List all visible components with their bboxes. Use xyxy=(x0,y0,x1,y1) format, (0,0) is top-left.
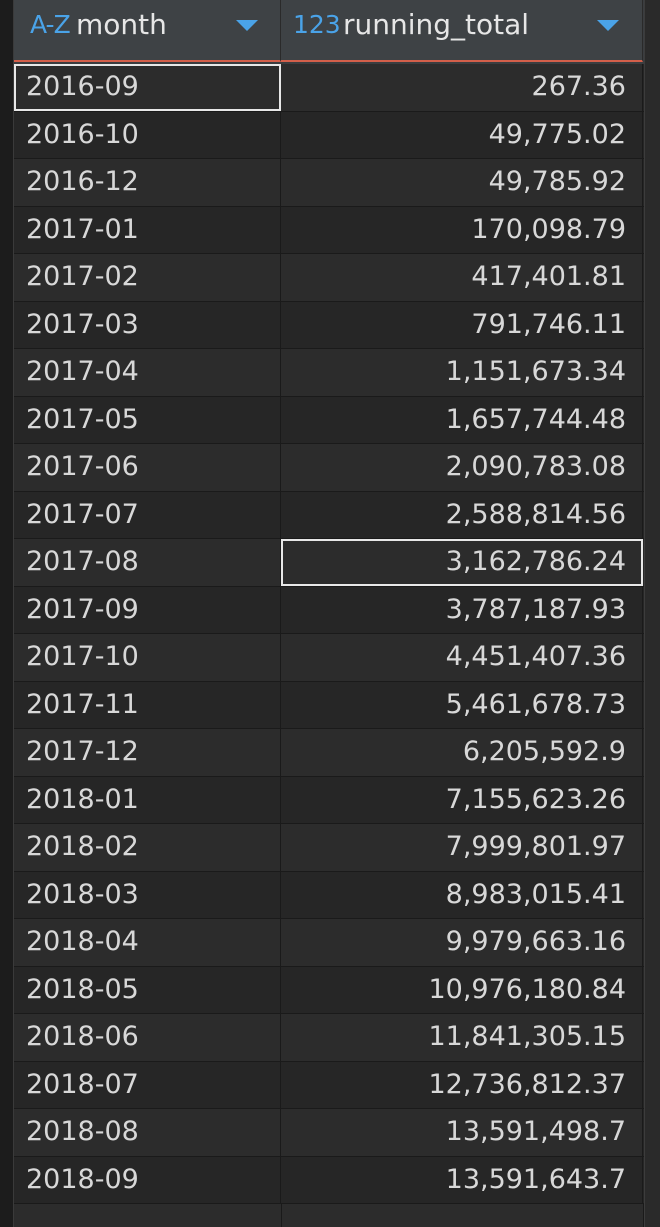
cell-month[interactable]: 2017-04 xyxy=(14,349,281,396)
cell-running-total[interactable]: 1,151,673.34 xyxy=(281,349,643,396)
cell-month[interactable]: 2017-10 xyxy=(14,634,281,681)
column-header-label: running_total xyxy=(343,8,530,41)
cell-running-total[interactable]: 3,787,187.93 xyxy=(281,586,643,633)
cell-month[interactable]: 2017-06 xyxy=(14,444,281,491)
grid-header: A-Z month 123 running_total xyxy=(14,0,644,64)
cell-month[interactable]: 2016-12 xyxy=(14,159,281,206)
table-row[interactable]: 2017-01 170,098.79 xyxy=(14,206,644,254)
cell-month[interactable]: 2017-12 xyxy=(14,729,281,776)
table-row[interactable]: 2016-10 49,775.02 xyxy=(14,111,644,159)
sort-dropdown-icon[interactable] xyxy=(597,20,619,31)
cell-month[interactable]: 2018-05 xyxy=(14,966,281,1013)
cell-month[interactable]: 2018-08 xyxy=(14,1109,281,1156)
cell-month[interactable]: 2017-01 xyxy=(14,206,281,253)
table-row[interactable]: 2018-03 8,983,015.41 xyxy=(14,871,644,919)
cell-running-total[interactable]: 3,162,786.24 xyxy=(281,539,643,586)
cell-month[interactable]: 2017-09 xyxy=(14,586,281,633)
cell-running-total[interactable]: 11,841,305.15 xyxy=(281,1014,643,1061)
cell-running-total[interactable]: 1,657,744.48 xyxy=(281,396,643,443)
table-row[interactable]: 2017-08 3,162,786.24 xyxy=(14,539,644,587)
cell-running-total[interactable]: 791,746.11 xyxy=(281,301,643,348)
cell-month[interactable]: 2018-04 xyxy=(14,919,281,966)
table-row[interactable]: 2017-03 791,746.11 xyxy=(14,301,644,349)
table-row[interactable]: 2017-04 1,151,673.34 xyxy=(14,349,644,397)
cell-running-total[interactable]: 8,983,015.41 xyxy=(281,871,643,918)
cell-month[interactable]: 2017-05 xyxy=(14,396,281,443)
table-row[interactable]: 2017-05 1,657,744.48 xyxy=(14,396,644,444)
cell-month[interactable]: 2018-09 xyxy=(14,1156,281,1203)
table-row[interactable]: 2017-11 5,461,678.73 xyxy=(14,681,644,729)
cell-month[interactable]: 2017-03 xyxy=(14,301,281,348)
cell-running-total[interactable]: 2,588,814.56 xyxy=(281,491,643,538)
cell-month[interactable]: 2018-02 xyxy=(14,824,281,871)
table-row[interactable]: 2017-07 2,588,814.56 xyxy=(14,491,644,539)
cell-running-total[interactable]: 7,155,623.26 xyxy=(281,776,643,823)
cell-running-total[interactable]: 6,205,592.9 xyxy=(281,729,643,776)
table-row[interactable]: 2016-09 267.36 xyxy=(14,64,644,112)
cell-month[interactable]: 2017-08 xyxy=(14,539,281,586)
vertical-scrollbar[interactable] xyxy=(644,0,660,1227)
cell-running-total[interactable]: 170,098.79 xyxy=(281,206,643,253)
row-gutter[interactable] xyxy=(0,0,14,1227)
cell-month[interactable]: 2018-06 xyxy=(14,1014,281,1061)
table-row[interactable]: 2018-09 13,591,643.7 xyxy=(14,1156,644,1204)
table-row[interactable]: 2018-07 12,736,812.37 xyxy=(14,1061,644,1109)
cell-running-total[interactable]: 49,785.92 xyxy=(281,159,643,206)
cell-running-total[interactable]: 2,090,783.08 xyxy=(281,444,643,491)
cell-month[interactable]: 2016-09 xyxy=(14,64,281,111)
grid-rows: 2016-09 267.36 2016-10 49,775.02 2016-12 49,7… xyxy=(14,64,644,1204)
cell-month[interactable]: 2018-03 xyxy=(14,871,281,918)
empty-cell xyxy=(281,1204,644,1227)
cell-running-total[interactable]: 13,591,643.7 xyxy=(281,1156,643,1203)
cell-running-total[interactable]: 267.36 xyxy=(281,64,643,111)
table-row[interactable]: 2017-06 2,090,783.08 xyxy=(14,444,644,492)
table-row[interactable]: 2018-02 7,999,801.97 xyxy=(14,824,644,872)
cell-running-total[interactable]: 5,461,678.73 xyxy=(281,681,643,728)
column-header-running-total[interactable]: 123 running_total xyxy=(281,0,643,62)
table-row[interactable]: 2017-12 6,205,592.9 xyxy=(14,729,644,777)
cell-running-total[interactable]: 4,451,407.36 xyxy=(281,634,643,681)
table-row[interactable]: 2017-02 417,401.81 xyxy=(14,254,644,302)
cell-month[interactable]: 2017-02 xyxy=(14,254,281,301)
cell-month[interactable]: 2017-07 xyxy=(14,491,281,538)
table-row[interactable]: 2017-10 4,451,407.36 xyxy=(14,634,644,682)
empty-row xyxy=(14,1204,644,1227)
table-row[interactable]: 2017-09 3,787,187.93 xyxy=(14,586,644,634)
sort-dropdown-icon[interactable] xyxy=(236,20,258,31)
cell-running-total[interactable]: 13,591,498.7 xyxy=(281,1109,643,1156)
results-grid: A-Z month 123 running_total 2016-09 267.3… xyxy=(0,0,660,1227)
table-row[interactable]: 2018-04 9,979,663.16 xyxy=(14,919,644,967)
cell-month[interactable]: 2018-01 xyxy=(14,776,281,823)
cell-running-total[interactable]: 49,775.02 xyxy=(281,111,643,158)
empty-cell xyxy=(14,1204,282,1227)
table-row[interactable]: 2016-12 49,785.92 xyxy=(14,159,644,207)
cell-running-total[interactable]: 9,979,663.16 xyxy=(281,919,643,966)
cell-month[interactable]: 2018-07 xyxy=(14,1061,281,1108)
column-header-month[interactable]: A-Z month xyxy=(14,0,281,62)
table-row[interactable]: 2018-05 10,976,180.84 xyxy=(14,966,644,1014)
cell-running-total[interactable]: 12,736,812.37 xyxy=(281,1061,643,1108)
column-header-label: month xyxy=(76,8,167,41)
table-row[interactable]: 2018-01 7,155,623.26 xyxy=(14,776,644,824)
cell-month[interactable]: 2016-10 xyxy=(14,111,281,158)
cell-running-total[interactable]: 417,401.81 xyxy=(281,254,643,301)
text-type-icon: A-Z xyxy=(30,10,71,39)
cell-running-total[interactable]: 7,999,801.97 xyxy=(281,824,643,871)
numeric-type-icon: 123 xyxy=(293,10,341,39)
cell-month[interactable]: 2017-11 xyxy=(14,681,281,728)
cell-running-total[interactable]: 10,976,180.84 xyxy=(281,966,643,1013)
table-row[interactable]: 2018-06 11,841,305.15 xyxy=(14,1014,644,1062)
table-row[interactable]: 2018-08 13,591,498.7 xyxy=(14,1109,644,1157)
